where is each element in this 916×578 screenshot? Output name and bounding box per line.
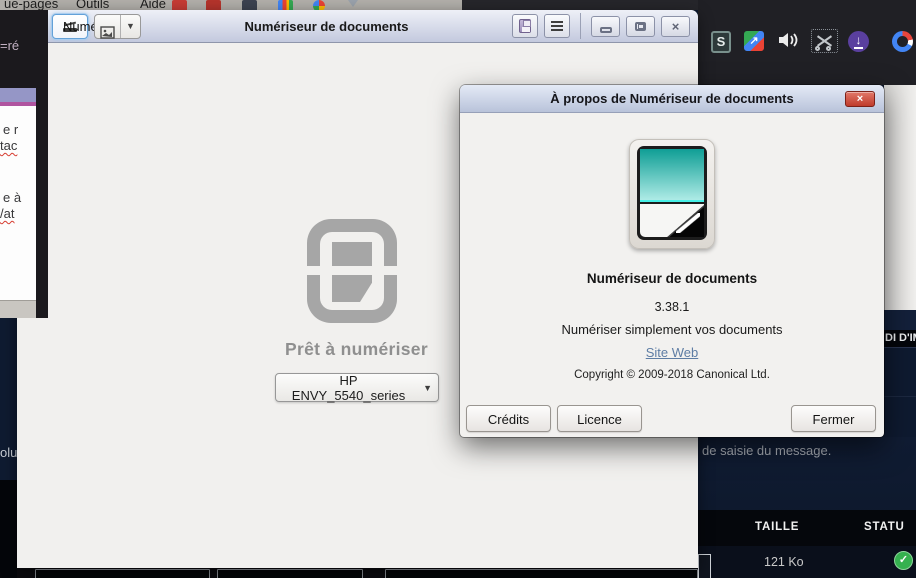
extension-icon-4[interactable] [278, 0, 293, 10]
column-header-status[interactable]: STATU [864, 521, 905, 533]
download-arrow-icon[interactable] [348, 0, 358, 10]
dialog-body: Numériseur de documents 3.38.1 Numériser… [460, 113, 884, 437]
menu-item-bookmarks[interactable]: ue-pages [4, 0, 58, 10]
desktop: ue-pages Outils Aide S ↗ ↓ [0, 0, 916, 578]
document-placeholder-icon [307, 219, 397, 323]
about-dialog: À propos de Numériseur de documents × Nu… [460, 85, 884, 437]
selected-tab-strip [0, 88, 36, 102]
mail-list-rows [884, 347, 916, 437]
chevron-down-icon[interactable]: ▼ [121, 21, 140, 31]
scan-button[interactable]: Numériser [52, 14, 88, 39]
scanner-headerbar: Numériser ▼ Numériseur de documents [17, 10, 698, 43]
dark-panel [0, 480, 17, 578]
close-button[interactable]: × [661, 16, 690, 37]
volume-icon[interactable] [778, 30, 800, 50]
maximize-icon [635, 22, 646, 31]
top-dark-strip [462, 0, 698, 10]
menu-item-tools[interactable]: Outils [76, 0, 109, 10]
mail-attachment-panel: de saisie du message. TAILLE STATU 121 K… [698, 437, 916, 578]
text-fragment-misspelled: tac [0, 138, 17, 153]
text-fragment: olus [0, 445, 17, 460]
close-icon: × [672, 20, 680, 33]
compose-toolbar-strip [0, 300, 36, 318]
attachment-row[interactable]: 121 Ko ✓ [698, 546, 916, 578]
window-title: Numériseur de documents [147, 19, 506, 34]
background-field-3[interactable] [385, 569, 698, 578]
device-selector[interactable]: HP ENVY_5540_series ▼ [275, 373, 439, 402]
device-name: HP ENVY_5540_series [282, 373, 415, 403]
dialog-title: À propos de Numériseur de documents [460, 85, 884, 113]
text-fragment: e r [3, 122, 18, 137]
credits-button[interactable]: Crédits [466, 405, 551, 432]
mail-list-strip [884, 310, 916, 330]
copyright-text: Copyright © 2009-2018 Canonical Ltd. [460, 369, 884, 381]
scissors-handle [815, 46, 820, 51]
menu-item-help[interactable]: Aide [140, 0, 166, 10]
compose-text-area[interactable]: e r tac e à /at [0, 106, 36, 300]
column-header-size[interactable]: TAILLE [755, 521, 799, 533]
scissors-handle [826, 46, 831, 51]
maximize-button[interactable] [626, 16, 655, 37]
background-field-strip [17, 568, 698, 578]
app-icon-scanner [637, 146, 707, 240]
icon-band [307, 266, 397, 275]
app-description: Numériser simplement vos documents [460, 322, 884, 337]
minimize-button[interactable] [591, 16, 620, 37]
save-button[interactable] [512, 14, 538, 38]
text-fragment: =ré [0, 38, 19, 53]
hamburger-icon [551, 25, 563, 27]
dialog-titlebar: À propos de Numériseur de documents × [460, 85, 884, 113]
attachment-size: 121 Ko [764, 555, 804, 569]
download-tray-icon[interactable]: ↓ [848, 31, 869, 52]
mail-column-header[interactable]: DI D'IM [884, 330, 916, 347]
text-fragment-misspelled: /at [0, 206, 14, 221]
app-name: Numériseur de documents [460, 271, 884, 286]
minimize-icon [600, 27, 612, 33]
license-button[interactable]: Licence [557, 405, 642, 432]
extension-icon-5[interactable] [313, 0, 325, 10]
app-icon-fold-line [676, 213, 700, 233]
background-field-2[interactable] [217, 569, 363, 578]
close-dialog-button[interactable]: Fermer [791, 405, 876, 432]
floppy-icon [519, 19, 531, 33]
system-tray: S ↗ ↓ [698, 0, 916, 85]
extension-icon-2[interactable] [206, 0, 221, 10]
background-compose-window: =ré e r tac e à /at [0, 10, 48, 318]
background-field-1[interactable] [35, 569, 210, 578]
extension-icon-1[interactable] [172, 0, 187, 10]
titlebar-separator [580, 13, 581, 39]
app-version: 3.38.1 [460, 300, 884, 314]
dialog-close-button[interactable]: × [845, 91, 875, 107]
app-icon [629, 139, 715, 249]
message-hint-text: de saisie du message. [702, 443, 831, 458]
row-separator [884, 396, 916, 397]
website-link[interactable]: Site Web [460, 345, 884, 360]
tray-s-icon[interactable]: S [711, 31, 731, 53]
attachment-thumbnail [698, 554, 711, 578]
extension-icon-3[interactable] [242, 0, 257, 10]
background-window-edge [884, 85, 916, 310]
browser-menubar: ue-pages Outils Aide [0, 0, 462, 10]
column-header-fragment: DI D'IM [885, 332, 916, 344]
background-mail-window: olus [0, 318, 17, 578]
scissors-screenshot-icon[interactable] [811, 29, 838, 53]
attachment-table-header: TAILLE STATU [698, 510, 916, 546]
chevron-down-icon: ▼ [423, 383, 432, 393]
text-fragment: e à [3, 190, 21, 205]
scan-type-button[interactable]: ▼ [94, 14, 141, 39]
sync-tray-icon[interactable] [892, 31, 913, 52]
screenshot-share-icon[interactable]: ↗ [744, 31, 764, 51]
menu-button[interactable] [544, 14, 570, 38]
app-icon-glass [640, 149, 704, 202]
status-check-icon: ✓ [894, 551, 913, 570]
